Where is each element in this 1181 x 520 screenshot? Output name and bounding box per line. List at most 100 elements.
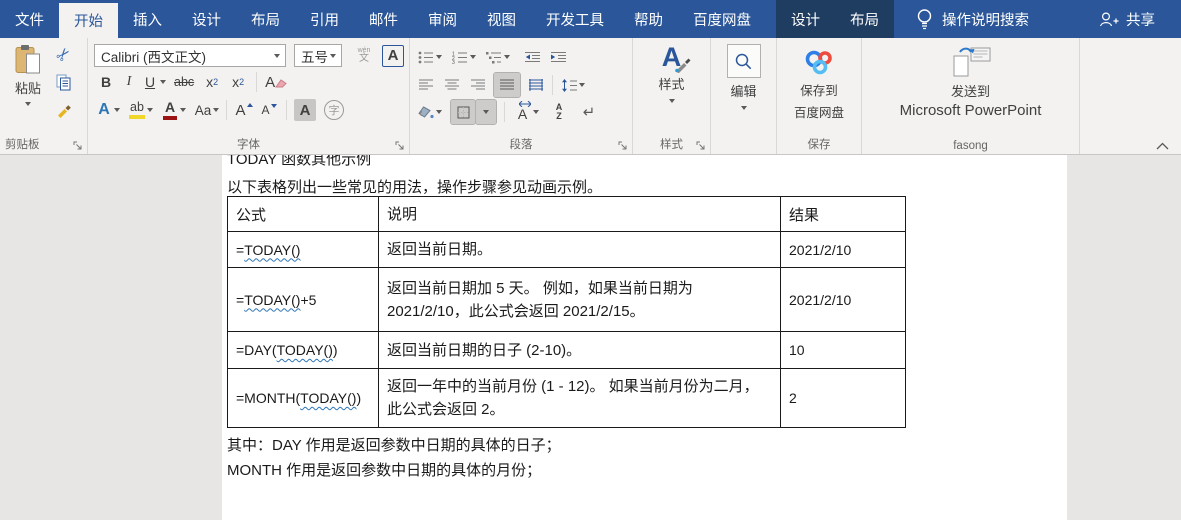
text-highlight-button[interactable]: ab	[127, 99, 147, 121]
tab-review[interactable]: 审阅	[413, 0, 472, 38]
send-to-powerpoint-button[interactable]: 发送到 Microsoft PowerPoint	[862, 46, 1079, 119]
enclose-characters-button[interactable]: 字	[324, 100, 344, 120]
scaling-dropdown-arrow[interactable]	[533, 110, 539, 114]
styles-dialog-launcher[interactable]	[695, 140, 706, 151]
font-name-combobox[interactable]: Calibri (西文正文)	[94, 44, 286, 67]
format-painter-button[interactable]	[56, 102, 72, 118]
text-effects-dropdown-arrow[interactable]	[114, 108, 120, 112]
sort-button[interactable]: A Z	[549, 101, 569, 123]
justify-button[interactable]	[493, 72, 521, 98]
tell-me-search[interactable]: 操作说明搜索	[916, 0, 1029, 38]
change-case-dropdown-arrow[interactable]	[213, 108, 219, 112]
tab-mailings[interactable]: 邮件	[354, 0, 413, 38]
doc-heading-clipped[interactable]: TODAY 函数其他示例	[227, 155, 371, 169]
underline-button[interactable]: U	[140, 71, 160, 93]
character-border-button[interactable]: A	[382, 44, 404, 67]
tab-insert[interactable]: 插入	[118, 0, 177, 38]
character-scaling-button[interactable]: A	[513, 101, 533, 123]
shading-button[interactable]	[416, 101, 436, 123]
description-cell[interactable]: 返回当前日期加 5 天。 例如，如果当前日期为 2021/2/10，此公式会返回…	[378, 267, 781, 332]
copy-button[interactable]	[56, 74, 72, 91]
clipboard-dialog-launcher[interactable]	[72, 140, 83, 151]
line-spacing-button[interactable]	[559, 74, 579, 96]
highlight-dropdown-arrow[interactable]	[147, 108, 153, 112]
increase-indent-button[interactable]	[548, 46, 568, 68]
bullets-button[interactable]	[416, 46, 436, 68]
align-right-button[interactable]	[468, 74, 488, 96]
header-cell-result[interactable]: 结果	[780, 196, 906, 232]
result-cell[interactable]: 2021/2/10	[780, 267, 906, 332]
underline-dropdown-arrow[interactable]	[160, 80, 166, 84]
share-button[interactable]: 共享	[1098, 0, 1155, 38]
character-shading-button[interactable]: A	[294, 99, 316, 121]
tab-view[interactable]: 视图	[472, 0, 531, 38]
collapse-ribbon-button[interactable]	[1156, 142, 1169, 150]
editing-button[interactable]: 编辑	[711, 44, 776, 110]
bullets-dropdown-arrow[interactable]	[436, 55, 442, 59]
editing-dropdown-arrow[interactable]	[740, 106, 747, 110]
text-effects-button[interactable]: A	[94, 99, 114, 121]
result-cell[interactable]: 2021/2/10	[780, 231, 906, 268]
borders-button[interactable]	[450, 99, 476, 125]
numbering-dropdown-arrow[interactable]	[470, 55, 476, 59]
footer-line[interactable]: 其中：DAY 作用是返回参数中日期的具体的日子；	[227, 433, 561, 458]
font-color-button[interactable]: A	[160, 99, 180, 121]
doc-intro-paragraph[interactable]: 以下表格列出一些常见的用法，操作步骤参见动画示例。	[227, 176, 602, 197]
result-cell[interactable]: 10	[780, 331, 906, 369]
tab-baidu-netdisk[interactable]: 百度网盘	[678, 0, 766, 38]
change-case-button[interactable]: Aa	[193, 99, 213, 121]
align-left-button[interactable]	[416, 74, 436, 96]
distribute-text-button[interactable]	[526, 74, 546, 96]
italic-button[interactable]: I	[118, 71, 140, 93]
font-dialog-launcher[interactable]	[394, 140, 405, 151]
bold-button[interactable]: B	[94, 71, 118, 93]
tab-home[interactable]: 开始	[59, 3, 118, 38]
tab-developer[interactable]: 开发工具	[531, 0, 619, 38]
clear-formatting-button[interactable]: A	[265, 71, 287, 93]
tab-table-layout[interactable]: 布局	[835, 0, 894, 38]
result-cell[interactable]: 2	[780, 368, 906, 428]
show-marks-button[interactable]: ↵	[579, 101, 599, 123]
grow-font-button[interactable]: A	[234, 99, 254, 121]
phonetic-guide-button[interactable]: wén 文	[354, 45, 374, 67]
font-color-dropdown-arrow[interactable]	[180, 108, 186, 112]
description-cell[interactable]: 返回当前日期。	[378, 231, 781, 268]
description-cell[interactable]: 返回当前日期的日子 (2-10)。	[378, 331, 781, 369]
shrink-font-button[interactable]: A	[259, 99, 279, 121]
numbering-button[interactable]: 123	[450, 46, 470, 68]
save-to-baidu-button[interactable]: 保存到 百度网盘	[777, 48, 861, 121]
line-spacing-dropdown-arrow[interactable]	[579, 83, 585, 87]
footer-line[interactable]: MONTH 作用是返回参数中日期的具体的月份；	[227, 458, 561, 483]
font-name-dropdown-arrow[interactable]	[274, 53, 280, 58]
document-page[interactable]: TODAY 函数其他示例 以下表格列出一些常见的用法，操作步骤参见动画示例。 公…	[222, 155, 1067, 520]
paste-dropdown-arrow[interactable]	[25, 102, 31, 106]
tab-references[interactable]: 引用	[295, 0, 354, 38]
paste-button[interactable]: 粘贴	[6, 44, 50, 106]
formula-cell[interactable]: =TODAY()+5	[227, 267, 379, 332]
borders-dropdown-arrow[interactable]	[475, 99, 497, 125]
header-cell-description[interactable]: 说明	[378, 196, 781, 232]
tab-design[interactable]: 设计	[177, 0, 236, 38]
font-size-dropdown-arrow[interactable]	[330, 53, 336, 58]
tab-layout[interactable]: 布局	[236, 0, 295, 38]
tab-help[interactable]: 帮助	[619, 0, 678, 38]
decrease-indent-button[interactable]	[522, 46, 542, 68]
styles-dropdown-arrow[interactable]	[668, 99, 675, 103]
styles-button[interactable]: A 样式	[633, 44, 710, 103]
shading-dropdown-arrow[interactable]	[436, 110, 442, 114]
subscript-button[interactable]: x2	[202, 71, 222, 93]
multilevel-dropdown-arrow[interactable]	[504, 55, 510, 59]
paragraph-dialog-launcher[interactable]	[617, 140, 628, 151]
formula-cell[interactable]: =MONTH(TODAY())	[227, 368, 379, 428]
align-center-button[interactable]	[442, 74, 462, 96]
tab-file[interactable]: 文件	[0, 0, 59, 38]
strikethrough-button[interactable]: abc	[174, 71, 194, 93]
header-cell-formula[interactable]: 公式	[227, 196, 379, 232]
description-cell[interactable]: 返回一年中的当前月份 (1 - 12)。 如果当前月份为二月，此公式会返回 2。	[378, 368, 781, 428]
formula-cell[interactable]: =TODAY()	[227, 231, 379, 268]
formula-cell[interactable]: =DAY(TODAY())	[227, 331, 379, 369]
multilevel-list-button[interactable]	[484, 46, 504, 68]
tab-table-design[interactable]: 设计	[776, 0, 835, 38]
font-size-combobox[interactable]: 五号	[294, 44, 342, 67]
superscript-button[interactable]: x2	[228, 71, 248, 93]
